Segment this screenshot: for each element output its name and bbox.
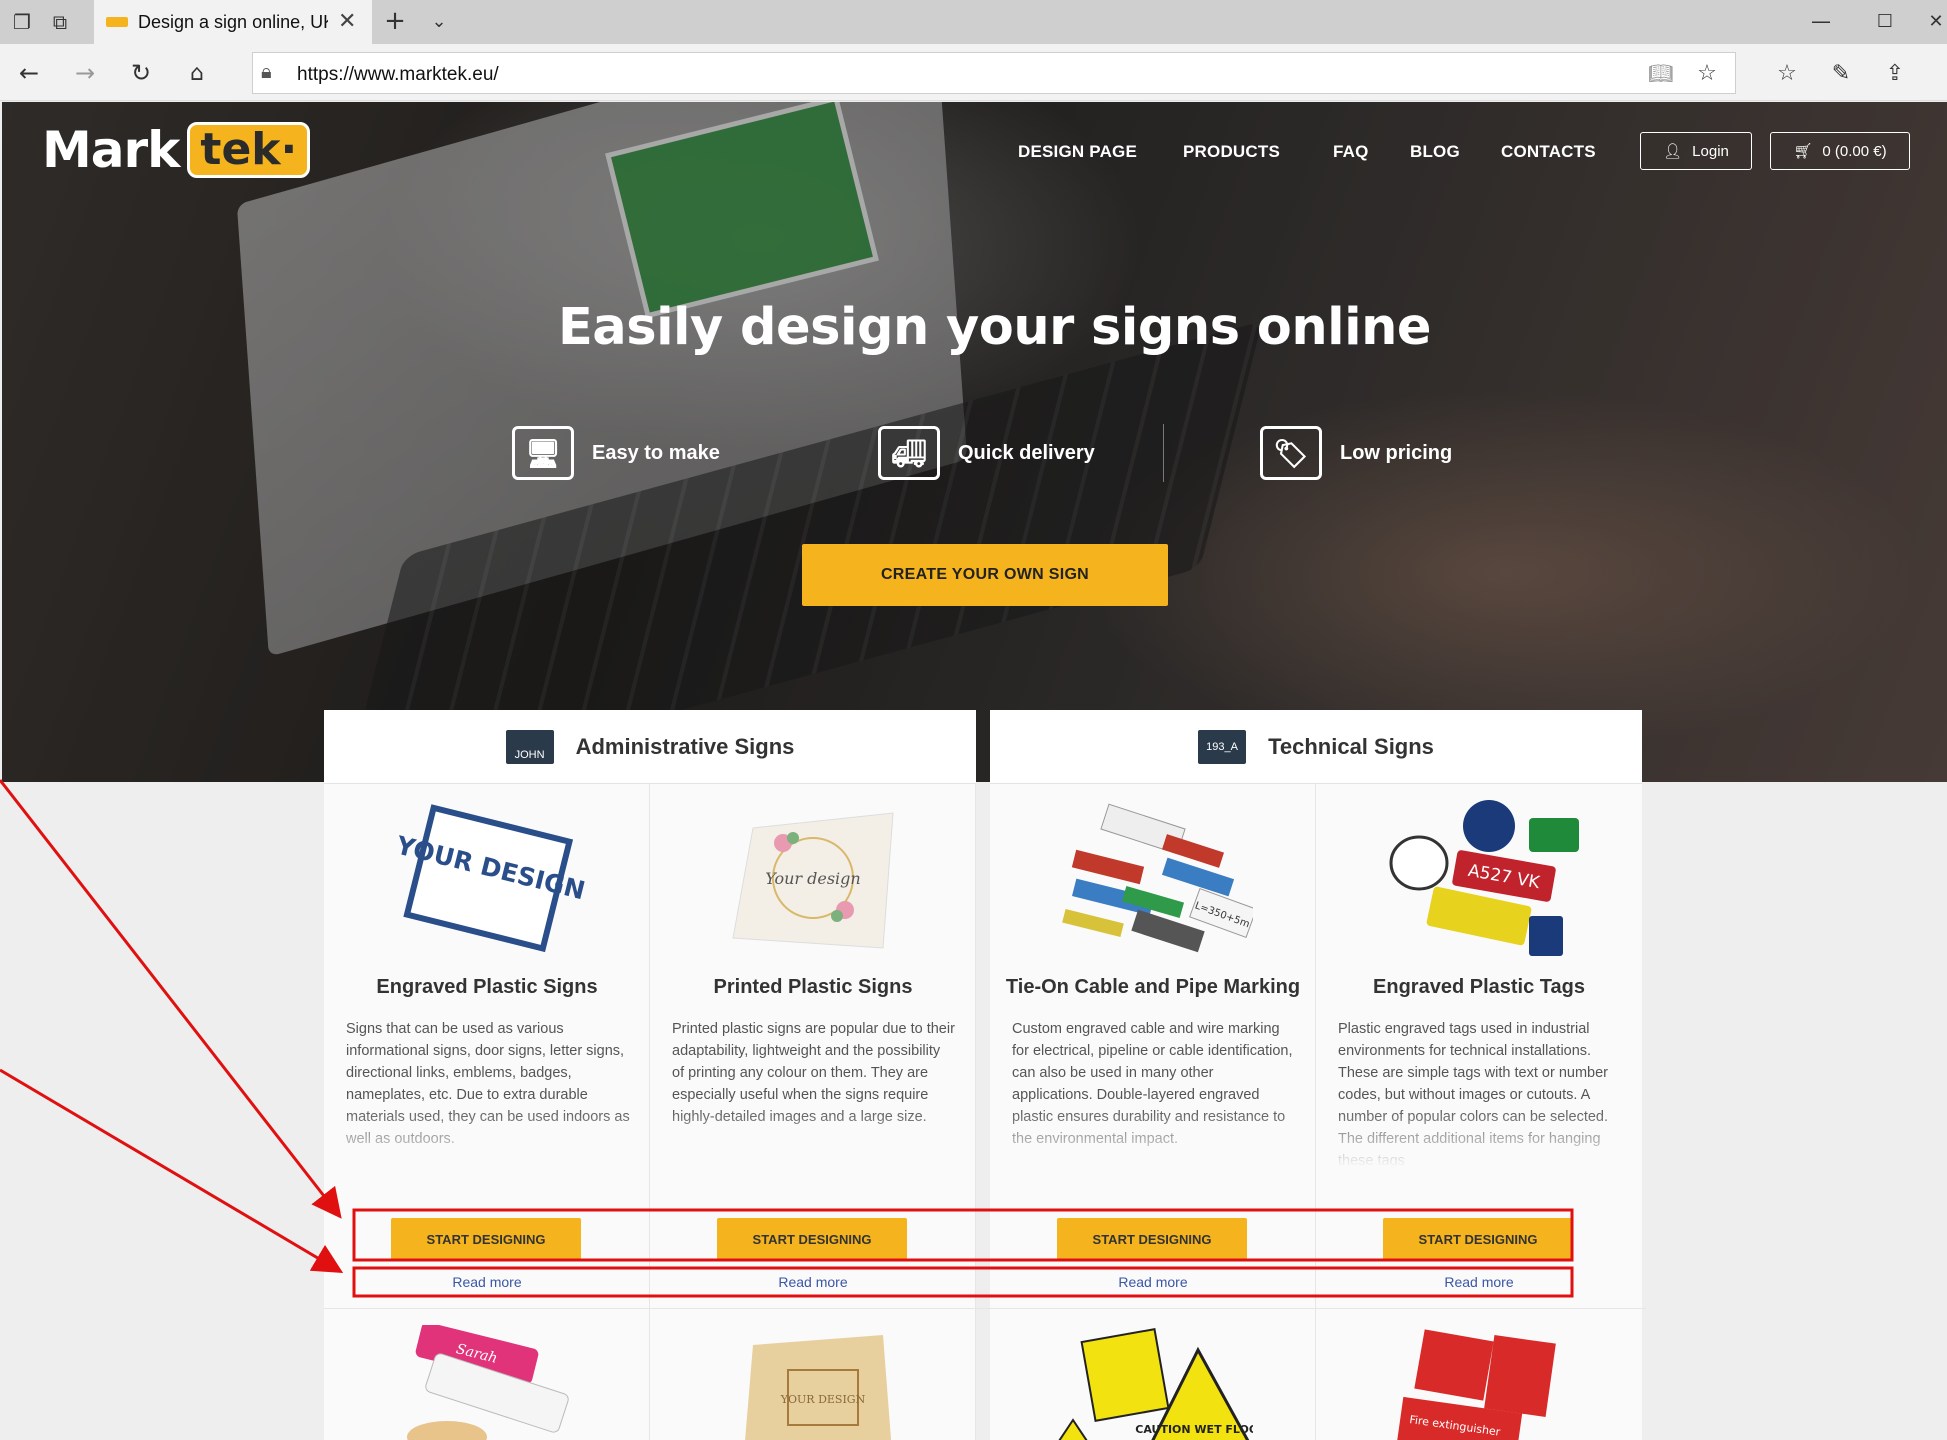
wooden-sign-thumbnail[interactable]: YOUR DESIGN	[713, 1325, 913, 1440]
product-description: Plastic engraved tags used in industrial…	[1338, 1018, 1622, 1168]
tab-close-icon[interactable]: ✕	[338, 8, 356, 34]
start-designing-button[interactable]: START DESIGNING	[717, 1218, 907, 1260]
product-name[interactable]: Engraved Plastic Tags	[1316, 976, 1642, 999]
product-card: Sarah	[324, 1309, 650, 1440]
feature-label: Quick delivery	[958, 441, 1095, 464]
nav-blog[interactable]: BLOG	[1410, 142, 1460, 162]
product-card: Your design Printed Plastic Signs Printe…	[650, 784, 976, 1308]
category-title: Technical Signs	[1268, 733, 1434, 759]
product-name[interactable]: Engraved Plastic Signs	[324, 976, 650, 999]
favorites-list-icon[interactable]: ☆	[1772, 58, 1802, 88]
feature-label: Low pricing	[1340, 441, 1453, 464]
price-tag-icon: 🏷︎	[1260, 426, 1322, 480]
delivery-truck-icon: 🚚︎	[878, 426, 940, 480]
start-designing-button[interactable]: START DESIGNING	[1383, 1218, 1573, 1260]
hero-title: Easily design your signs online	[557, 298, 1432, 357]
printed-sign-thumbnail[interactable]: Your design	[713, 798, 913, 968]
webpage: Mark tek· DESIGN PAGE PRODUCTS FAQ BLOG …	[2, 102, 1947, 1440]
category-title: Administrative Signs	[575, 733, 795, 759]
nav-design-page[interactable]: DESIGN PAGE	[1018, 142, 1137, 162]
feature-easy: 🖥︎ Easy to make	[512, 424, 720, 482]
feature-delivery: 🚚︎ Quick delivery	[878, 424, 1095, 482]
tab-actions-icon[interactable]: ❐	[8, 8, 36, 36]
product-card: CAUTION WET FLOOR	[990, 1309, 1316, 1440]
engraved-sign-thumbnail[interactable]: YOUR DESIGN	[387, 798, 587, 968]
cart-label: 0 (0.00 €)	[1822, 142, 1887, 160]
minimize-window-icon[interactable]: —	[1808, 8, 1834, 34]
tab-title: Design a sign online, UK	[138, 12, 328, 32]
logo-tek-badge: tek·	[187, 122, 311, 178]
read-more-link[interactable]: Read more	[650, 1274, 976, 1290]
thumb-text: Your design	[765, 869, 860, 888]
category-administrative-signs[interactable]: JOHN Administrative Signs	[324, 710, 976, 784]
refresh-icon[interactable]: ↻	[126, 58, 156, 88]
name-badge-thumbnail[interactable]: Sarah	[387, 1325, 587, 1440]
product-card: YOUR DESIGN Engraved Plastic Signs Signs…	[324, 784, 650, 1308]
category-technical-signs[interactable]: 193_A Technical Signs	[990, 710, 1642, 784]
logo-mark-text: Mark	[42, 121, 180, 179]
maximize-window-icon[interactable]: ☐	[1872, 8, 1898, 34]
cart-button[interactable]: 🛒︎ 0 (0.00 €)	[1770, 132, 1910, 170]
cable-marker-thumbnail[interactable]: L=350+5m	[1053, 798, 1253, 968]
login-label: Login	[1692, 142, 1729, 160]
set-aside-tabs-icon[interactable]: ⧉	[46, 8, 74, 36]
start-designing-button[interactable]: START DESIGNING	[1057, 1218, 1247, 1260]
address-bar[interactable]: 🔒︎ https://www.marktek.eu/ 📖︎ ☆	[252, 52, 1736, 94]
address-url[interactable]: https://www.marktek.eu/	[297, 64, 499, 86]
cart-icon: 🛒︎	[1793, 142, 1813, 160]
user-icon: 👤︎	[1663, 142, 1683, 160]
lock-icon: 🔒︎	[261, 61, 272, 83]
hero-section: Mark tek· DESIGN PAGE PRODUCTS FAQ BLOG …	[2, 102, 1947, 804]
login-button[interactable]: 👤︎ Login	[1640, 132, 1752, 170]
browser-tab-active[interactable]: Design a sign online, UK ✕	[94, 0, 372, 44]
product-description: Printed plastic signs are popular due to…	[672, 1018, 956, 1168]
marktek-logo[interactable]: Mark tek·	[42, 120, 311, 180]
read-more-link[interactable]: Read more	[324, 1274, 650, 1290]
product-card: YOUR DESIGN	[650, 1309, 976, 1440]
feature-pricing: 🏷︎ Low pricing	[1260, 424, 1452, 482]
fire-sign-thumbnail[interactable]: Fire extinguisher	[1379, 1325, 1579, 1440]
monitor-cart-icon: 🖥︎	[512, 426, 574, 480]
forward-arrow-icon[interactable]: →	[70, 58, 100, 88]
product-description: Custom engraved cable and wire marking f…	[1012, 1018, 1296, 1168]
product-name[interactable]: Tie-On Cable and Pipe Marking	[990, 976, 1316, 999]
browser-toolbar: ← → ↻ ⌂ 🔒︎ https://www.marktek.eu/ 📖︎ ☆ …	[0, 44, 1947, 101]
nav-faq[interactable]: FAQ	[1333, 142, 1369, 162]
engraved-tag-thumbnail[interactable]: A527 VK	[1379, 798, 1579, 968]
thumb-text: CAUTION WET FLOOR	[1135, 1423, 1253, 1436]
technical-tag-icon: 193_A	[1198, 729, 1247, 764]
favorite-star-icon[interactable]: ☆	[1693, 59, 1721, 87]
share-icon[interactable]: ⇪	[1880, 58, 1910, 88]
home-icon[interactable]: ⌂	[182, 58, 212, 88]
read-more-link[interactable]: Read more	[990, 1274, 1316, 1290]
tab-list-chevron-icon[interactable]: ⌄	[424, 6, 454, 36]
product-description: Signs that can be used as various inform…	[346, 1018, 630, 1168]
nav-contacts[interactable]: CONTACTS	[1501, 142, 1596, 162]
web-note-pen-icon[interactable]: ✎	[1826, 58, 1856, 88]
thumb-text: YOUR DESIGN	[780, 1393, 866, 1406]
favicon-icon	[106, 17, 128, 27]
nav-products[interactable]: PRODUCTS	[1183, 142, 1280, 162]
reading-view-icon[interactable]: 📖︎	[1647, 59, 1675, 87]
product-card: L=350+5m Tie-On Cable and Pipe Marking C…	[990, 784, 1316, 1308]
create-your-own-sign-button[interactable]: CREATE YOUR OWN SIGN	[802, 544, 1168, 606]
product-card: Fire extinguisher	[1316, 1309, 1642, 1440]
safety-sign-thumbnail[interactable]: CAUTION WET FLOOR	[1053, 1325, 1253, 1440]
name-plate-icon: JOHN	[505, 729, 554, 764]
browser-tab-bar: ❐ ⧉ Design a sign online, UK ✕ + ⌄ — ☐ ✕	[0, 0, 1947, 44]
back-arrow-icon[interactable]: ←	[14, 58, 44, 88]
new-tab-icon[interactable]: +	[380, 6, 410, 36]
read-more-link[interactable]: Read more	[1316, 1274, 1642, 1290]
feature-label: Easy to make	[592, 441, 720, 464]
product-name[interactable]: Printed Plastic Signs	[650, 976, 976, 999]
close-window-icon[interactable]: ✕	[1926, 8, 1946, 34]
product-card: A527 VK Engraved Plastic Tags Plastic en…	[1316, 784, 1642, 1308]
start-designing-button[interactable]: START DESIGNING	[391, 1218, 581, 1260]
